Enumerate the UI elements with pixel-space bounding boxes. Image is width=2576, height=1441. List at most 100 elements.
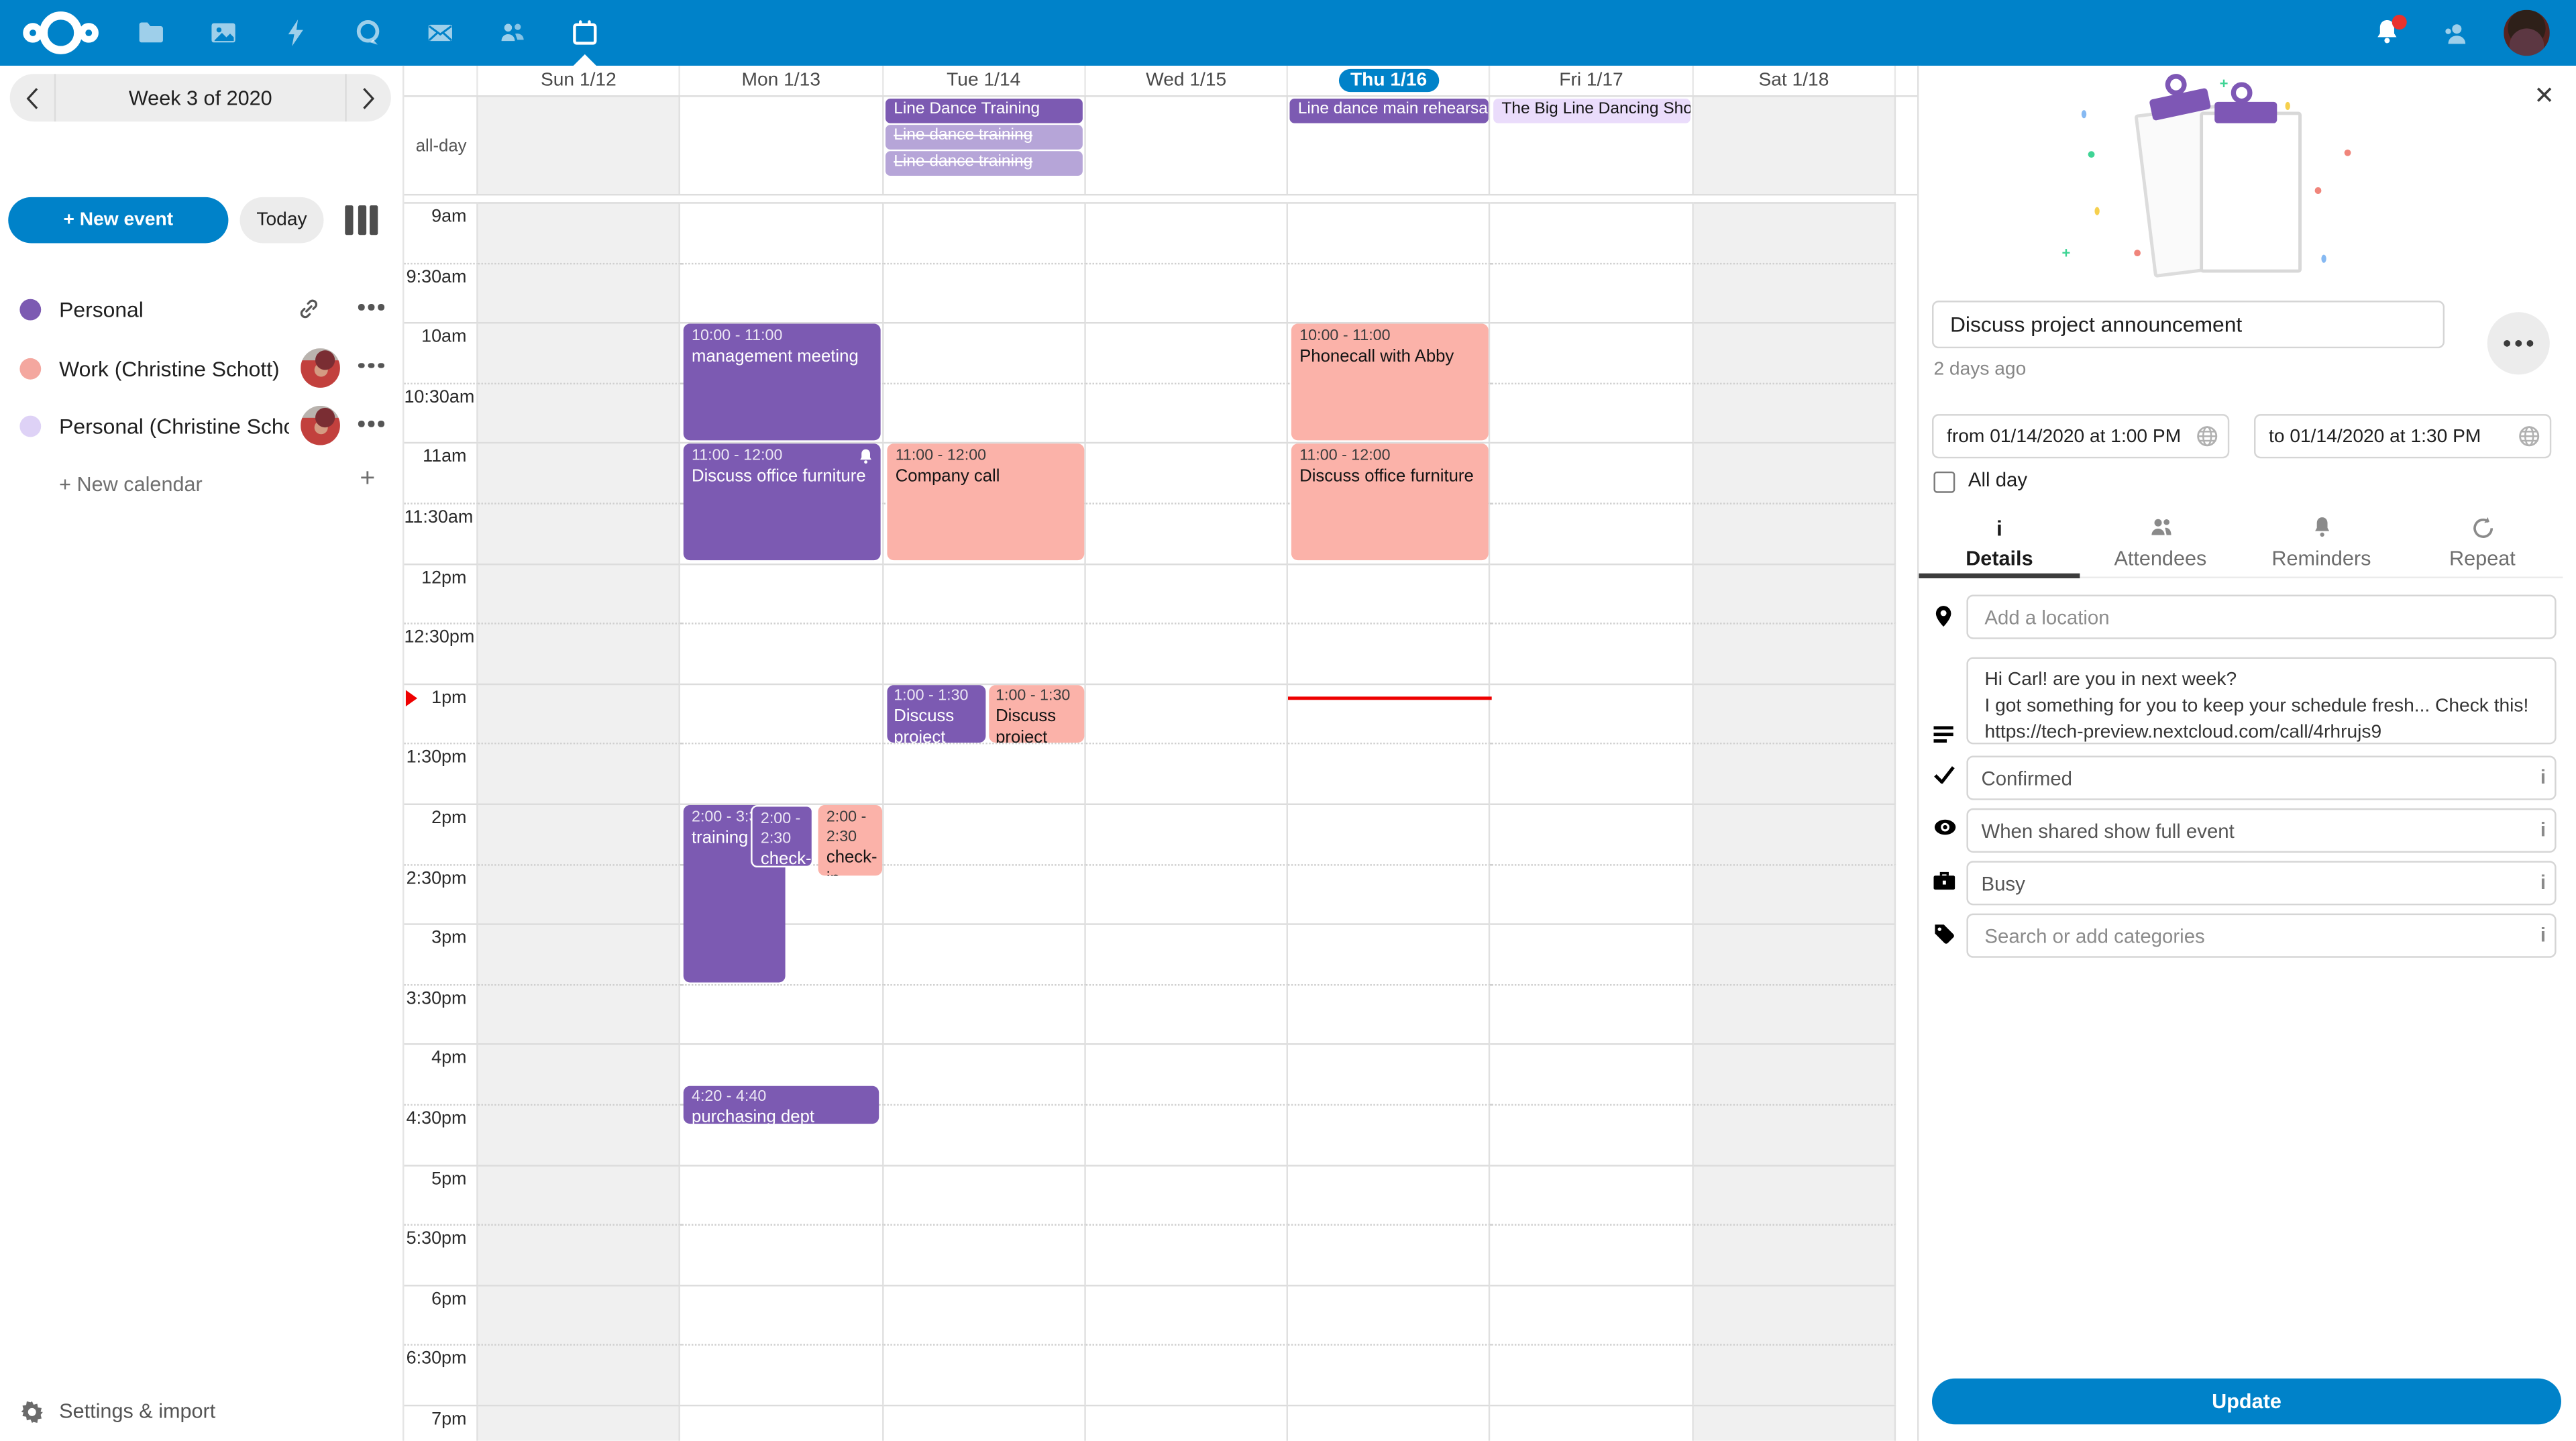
categories-info-icon[interactable]: i (2533, 923, 2553, 946)
time-slot[interactable] (1085, 1224, 1288, 1285)
close-icon[interactable]: ✕ (2534, 81, 2555, 110)
time-slot[interactable] (1693, 1164, 1896, 1224)
time-slot[interactable] (681, 983, 883, 1044)
time-slot[interactable] (478, 863, 681, 924)
time-slot[interactable] (478, 202, 681, 262)
status-select[interactable]: Confirmed (1966, 756, 2556, 800)
event[interactable]: 2:00 - 2:30check-in (751, 805, 813, 867)
time-slot[interactable] (1693, 502, 1896, 563)
contacts-icon[interactable] (496, 16, 529, 49)
time-slot[interactable] (883, 743, 1085, 804)
allday-event[interactable]: The Big Line Dancing Show (1493, 99, 1690, 123)
time-slot[interactable] (1288, 1224, 1491, 1285)
settings-import-button[interactable]: Settings & import (19, 1395, 215, 1428)
time-slot[interactable] (1288, 1164, 1491, 1224)
talk-icon[interactable] (352, 16, 384, 49)
freebusy-info-icon[interactable]: i (2533, 871, 2553, 894)
time-slot[interactable] (883, 983, 1085, 1044)
time-slot[interactable] (1693, 443, 1896, 503)
time-slot[interactable] (1491, 202, 1693, 262)
time-slot[interactable] (681, 1224, 883, 1285)
time-slot[interactable] (681, 202, 883, 262)
time-slot[interactable] (478, 683, 681, 743)
time-slot[interactable] (1288, 1044, 1491, 1104)
allday-event[interactable]: Line Dance Training (885, 99, 1083, 123)
time-slot[interactable] (478, 1344, 681, 1405)
time-slot[interactable] (1693, 202, 1896, 262)
event[interactable]: 11:00 - 12:00Discuss office furniture (684, 443, 881, 560)
time-slot[interactable] (681, 563, 883, 623)
time-slot[interactable] (1288, 1405, 1491, 1441)
time-slot[interactable] (883, 1284, 1085, 1344)
freebusy-select[interactable]: Busy (1966, 861, 2556, 905)
time-slot[interactable] (1491, 322, 1693, 382)
time-slot[interactable] (1693, 683, 1896, 743)
time-slot[interactable] (883, 1344, 1085, 1405)
user-avatar[interactable] (2504, 10, 2550, 56)
time-slot[interactable] (681, 683, 883, 743)
time-slot[interactable] (883, 1104, 1085, 1164)
time-slot[interactable] (1288, 1104, 1491, 1164)
time-slot[interactable] (1491, 1284, 1693, 1344)
time-slot[interactable] (478, 1224, 681, 1285)
time-slot[interactable] (1491, 443, 1693, 503)
time-slot[interactable] (1491, 382, 1693, 443)
time-slot[interactable] (1693, 743, 1896, 804)
calendar-item-personal-christine[interactable]: Personal (Christine Scho… (0, 403, 402, 449)
calendar-menu-button[interactable] (358, 362, 384, 368)
time-slot[interactable] (1491, 803, 1693, 863)
visibility-select[interactable]: When shared show full event (1966, 808, 2556, 853)
time-slot[interactable] (1288, 743, 1491, 804)
time-slot[interactable] (681, 262, 883, 323)
status-info-icon[interactable]: i (2533, 765, 2553, 788)
time-slot[interactable] (478, 502, 681, 563)
categories-input[interactable] (1966, 914, 2556, 958)
time-slot[interactable] (883, 262, 1085, 323)
event[interactable]: 11:00 - 12:00Discuss office furniture (1291, 443, 1489, 560)
time-slot[interactable] (1288, 803, 1491, 863)
time-slot[interactable] (1491, 563, 1693, 623)
location-input-field[interactable] (1981, 604, 2541, 630)
time-slot[interactable] (681, 1164, 883, 1224)
time-slot[interactable] (1693, 863, 1896, 924)
time-slot[interactable] (1491, 743, 1693, 804)
time-slot[interactable] (1693, 1104, 1896, 1164)
time-slot[interactable] (1288, 683, 1491, 743)
time-slot[interactable] (1288, 262, 1491, 323)
time-slot[interactable] (1693, 1044, 1896, 1104)
time-slot[interactable] (681, 1344, 883, 1405)
time-slot[interactable] (1085, 924, 1288, 984)
calendar-menu-button[interactable] (358, 304, 384, 310)
time-slot[interactable] (883, 563, 1085, 623)
week-view-toggle-icon[interactable] (345, 205, 378, 235)
time-slot[interactable] (1491, 1104, 1693, 1164)
event[interactable]: 11:00 - 12:00Company call (887, 443, 1084, 560)
time-slot[interactable] (478, 382, 681, 443)
timezone-globe-icon[interactable] (2518, 425, 2540, 447)
time-slot[interactable] (1085, 863, 1288, 924)
event[interactable]: 2:00 - 2:30check-in (818, 805, 883, 875)
event[interactable]: 10:00 - 11:00Phonecall with Abby (1291, 323, 1489, 440)
calendar-icon[interactable] (568, 16, 601, 49)
time-slot[interactable] (1693, 803, 1896, 863)
time-slot[interactable] (681, 1284, 883, 1344)
time-slot[interactable] (1491, 863, 1693, 924)
time-slot[interactable] (1085, 623, 1288, 684)
time-slot[interactable] (1693, 1344, 1896, 1405)
time-slot[interactable] (478, 803, 681, 863)
allday-event[interactable]: Line dance training (885, 125, 1083, 149)
time-slot[interactable] (883, 1224, 1085, 1285)
time-slot[interactable] (478, 1284, 681, 1344)
today-button[interactable]: Today (240, 197, 324, 244)
time-slot[interactable] (883, 1044, 1085, 1104)
time-slot[interactable] (1085, 743, 1288, 804)
time-slot[interactable] (883, 623, 1085, 684)
allday-cell-0[interactable] (478, 97, 681, 193)
time-slot[interactable] (1085, 803, 1288, 863)
time-slot[interactable] (1491, 623, 1693, 684)
time-slot[interactable] (1288, 623, 1491, 684)
location-input[interactable] (1966, 595, 2556, 639)
event[interactable]: 1:00 - 1:30Discuss project (989, 685, 1084, 743)
tab-repeat[interactable]: Repeat (2402, 506, 2563, 578)
time-slot[interactable] (883, 803, 1085, 863)
